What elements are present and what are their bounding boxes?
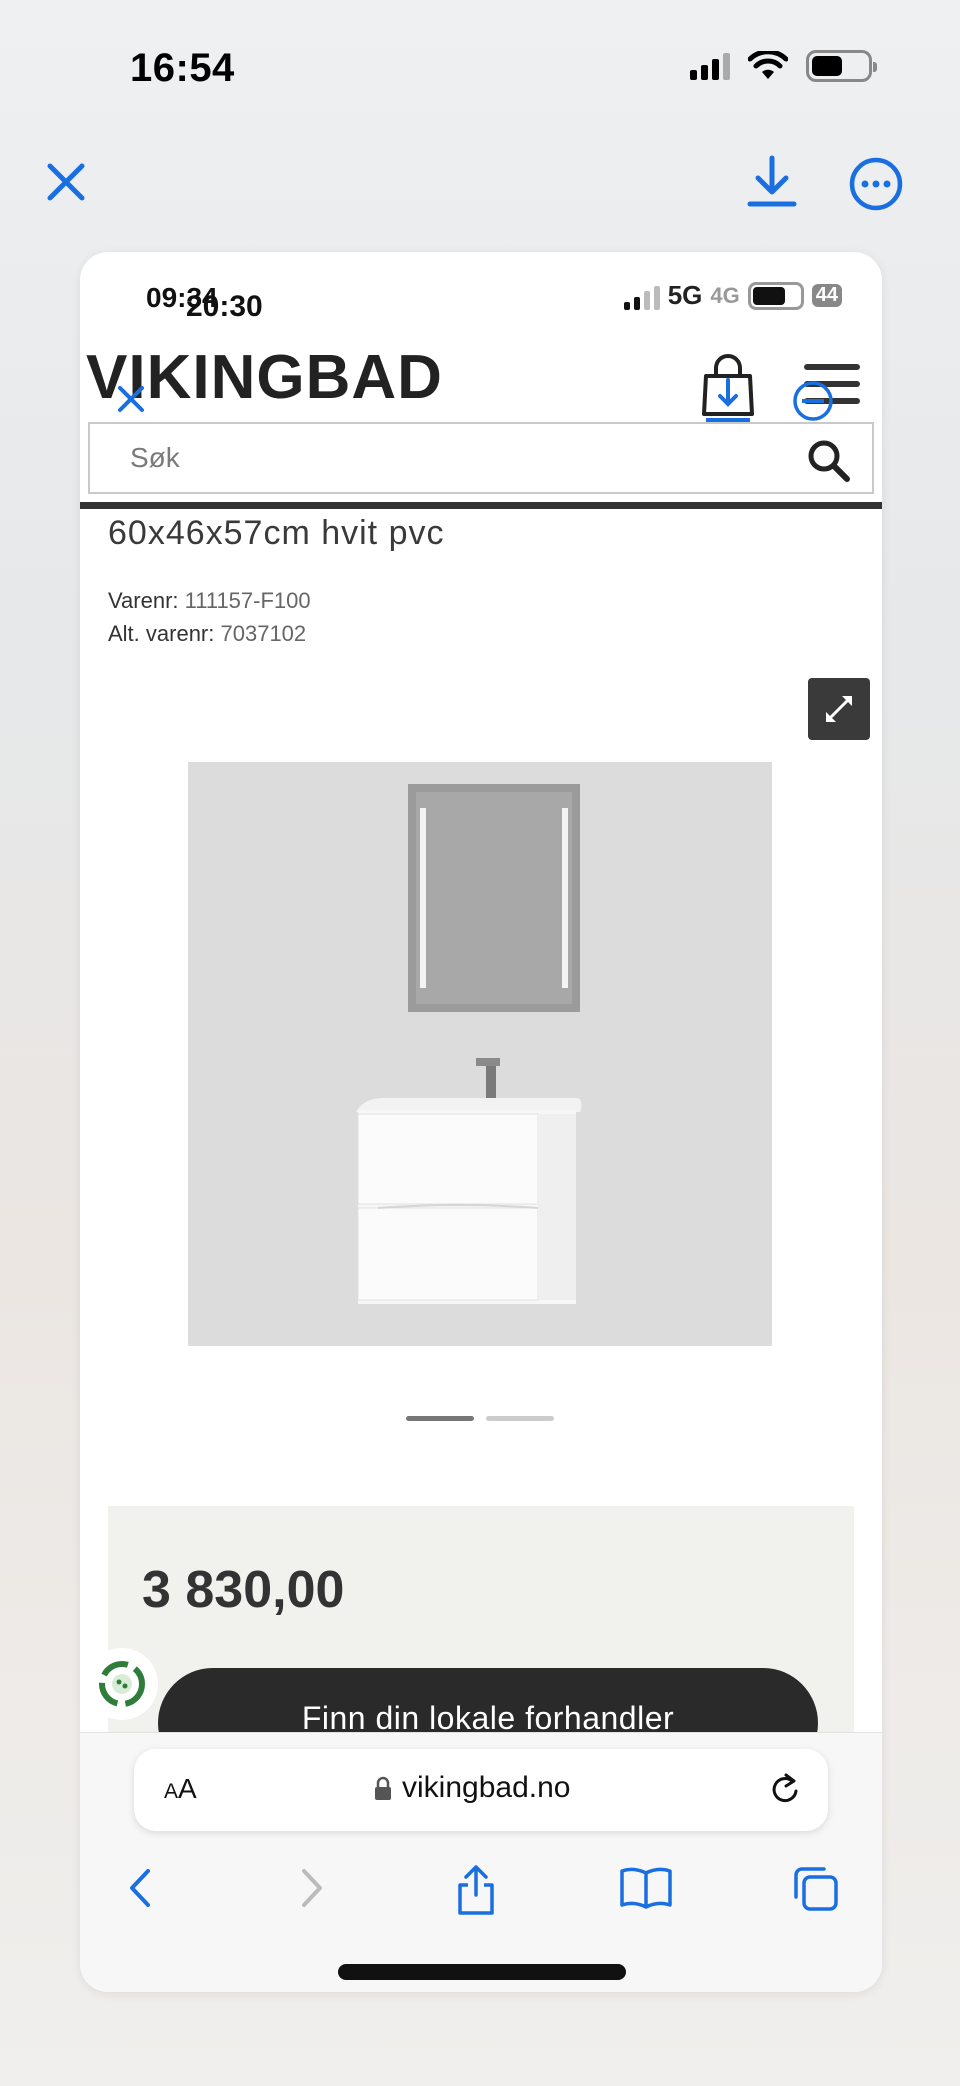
sku-label: Varenr: [108, 588, 179, 613]
product-price: 3 830,00 [142, 1561, 345, 1619]
inner-status-icons: 5G 4G 44 [623, 280, 842, 311]
search-icon[interactable] [804, 436, 852, 484]
product-sku-block: Varenr: 111157-F100 Alt. varenr: 7037102 [108, 584, 311, 650]
lock-icon [375, 1776, 391, 1800]
more-icon[interactable] [848, 156, 904, 212]
expand-icon [826, 696, 852, 722]
inner-battery-level: 44 [811, 284, 842, 307]
device-status-icons [690, 50, 877, 82]
home-indicator[interactable] [338, 1964, 626, 1980]
inner-signal-icon [623, 282, 660, 310]
download-icon[interactable] [746, 154, 798, 210]
sku-value: 111157-F100 [184, 588, 311, 613]
recycle-badge[interactable] [86, 1648, 158, 1720]
back-icon[interactable] [120, 1863, 160, 1913]
carousel-dot-1[interactable] [406, 1416, 474, 1421]
header-divider [80, 502, 882, 509]
inner-status-bar: 09:34 20:30 5G 4G 44 [80, 252, 882, 332]
carousel-dot-2[interactable] [486, 1416, 554, 1421]
recycle-icon [99, 1661, 145, 1707]
browser-bottom-bar: AA vikingbad.no [80, 1732, 882, 1992]
cellular-signal-icon [690, 52, 730, 80]
device-time: 16:54 [130, 46, 235, 90]
alt-sku-label: Alt. varenr: [108, 621, 215, 646]
shopping-bag-icon[interactable] [700, 352, 756, 422]
device-status-bar: 16:54 [0, 0, 960, 140]
text-size-button[interactable]: AA [164, 1773, 197, 1805]
more-icon-overlay [793, 381, 833, 421]
url-display: vikingbad.no [374, 1771, 570, 1805]
product-title: 60x46x57cm hvit pvc [108, 514, 445, 552]
product-image[interactable] [188, 762, 772, 1346]
wifi-icon [748, 51, 788, 79]
screenshot-preview: 09:34 20:30 5G 4G 44 VIKINGBAD Søk 60x46… [80, 252, 882, 1992]
url-text: vikingbad.no [402, 1771, 571, 1804]
image-carousel-dots [406, 1416, 554, 1421]
browser-nav-row [80, 1863, 882, 1923]
inner-network-a: 5G [667, 280, 703, 310]
forward-icon[interactable] [292, 1863, 332, 1913]
search-input[interactable] [130, 424, 770, 492]
inner-network-b: 4G [710, 282, 740, 308]
reload-icon[interactable] [766, 1771, 804, 1809]
alt-sku-value: 7037102 [220, 621, 307, 646]
search-bar [88, 422, 874, 494]
bookmarks-icon[interactable] [618, 1863, 674, 1913]
close-icon[interactable] [42, 158, 90, 206]
battery-icon [806, 50, 877, 82]
expand-image-button[interactable] [808, 678, 870, 740]
inner-battery-icon [747, 281, 804, 310]
bathroom-vanity-image [188, 762, 772, 1346]
share-icon[interactable] [452, 1863, 500, 1917]
tabs-icon[interactable] [790, 1863, 842, 1915]
address-bar[interactable]: AA vikingbad.no [134, 1749, 828, 1831]
inner-time-b: 20:30 [186, 290, 263, 323]
close-icon-overlay [118, 386, 144, 412]
